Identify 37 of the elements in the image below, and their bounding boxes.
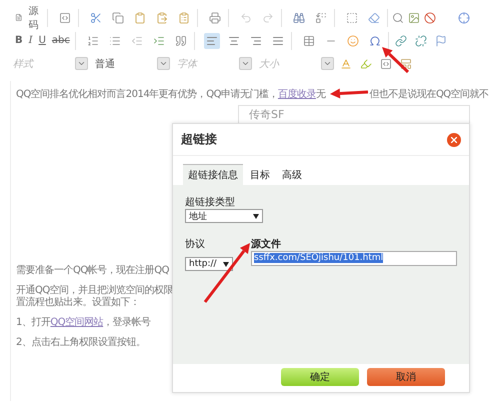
- underline-button[interactable]: U: [38, 35, 46, 46]
- paragraph: 1、打开QQ空间网站，登录帐号: [16, 317, 151, 329]
- protocol-select[interactable]: http://: [185, 257, 233, 271]
- tab[interactable]: 超链接信息: [183, 164, 243, 185]
- cancel-button[interactable]: 取消: [367, 368, 445, 386]
- field-label: 协议: [185, 238, 206, 251]
- dropdown[interactable]: 普通: [92, 56, 170, 72]
- paragraph: 开通QQ空间，并且把浏览空间的权限 置流程也贴出来。设置如下：: [16, 285, 174, 309]
- link[interactable]: QQ空间网站: [50, 317, 104, 328]
- italic-button[interactable]: I: [28, 35, 33, 46]
- dropdown-arrow-icon[interactable]: [223, 262, 229, 266]
- paragraph: QQ空间排名优化相对而言2014年更有优势，QQ申请无门槛，百度收录: [16, 88, 316, 101]
- paragraph: 需要准备一个QQ帐号，现在注册QQ: [16, 265, 169, 277]
- link-type-select[interactable]: 地址: [185, 209, 263, 223]
- link[interactable]: 百度收录: [278, 89, 316, 100]
- dropdown-arrow-icon[interactable]: [253, 214, 259, 218]
- bold-button[interactable]: B: [15, 35, 23, 46]
- paragraph: 2、点击右上角权限设置按钮。: [16, 337, 146, 349]
- arrow: [382, 47, 410, 74]
- url-field[interactable]: ssffx.com/SEOjishu/101.html: [251, 251, 457, 266]
- paragraph: 无: [316, 88, 326, 101]
- dialog-title: 超链接: [181, 131, 217, 148]
- strike-button[interactable]: abc: [52, 35, 70, 46]
- close-icon[interactable]: [447, 132, 461, 146]
- align-left-icon[interactable]: [204, 32, 220, 48]
- field-label: 源文件: [251, 238, 282, 251]
- smiley-icon[interactable]: [344, 32, 361, 48]
- paragraph: 但也不是说现在QQ空间就不: [369, 88, 489, 101]
- ok-button[interactable]: 确定: [281, 368, 359, 386]
- arrow: [330, 88, 368, 98]
- copy-icon[interactable]: [110, 10, 126, 26]
- print-icon[interactable]: [207, 10, 223, 26]
- unlink-icon[interactable]: [412, 32, 429, 48]
- document-icon[interactable]: [15, 12, 22, 23]
- link-icon[interactable]: [392, 32, 409, 48]
- source-button[interactable]: 源码: [28, 4, 42, 32]
- field-label: 超链接类型: [185, 196, 236, 209]
